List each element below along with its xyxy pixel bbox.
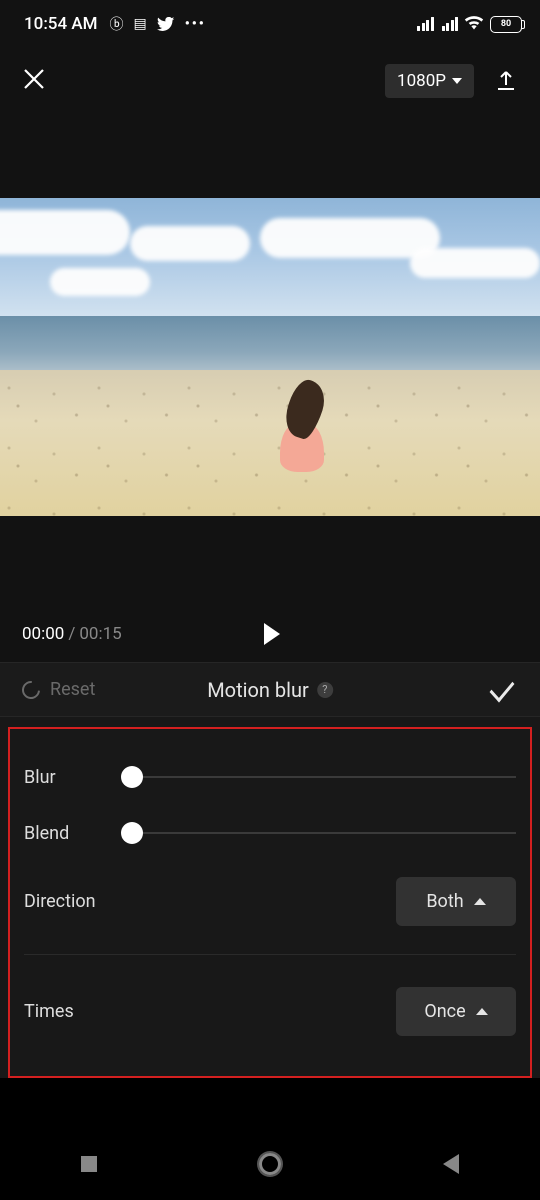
divider	[24, 954, 516, 955]
effect-header: Reset Motion blur ?	[0, 662, 540, 717]
back-button[interactable]	[443, 1154, 459, 1174]
video-preview[interactable]	[0, 198, 540, 516]
export-icon	[494, 69, 518, 93]
card-icon: ▤	[134, 16, 147, 32]
battery-text: 80	[501, 19, 511, 29]
time-current: 00:00	[22, 624, 64, 644]
editor-toolbar: 1080P	[0, 46, 540, 108]
blend-row: Blend	[24, 805, 516, 861]
time-sep: /	[68, 624, 75, 644]
reset-button[interactable]: Reset	[22, 679, 95, 700]
preview-area	[0, 108, 540, 516]
blur-label: Blur	[24, 767, 124, 788]
help-icon[interactable]: ?	[317, 682, 333, 698]
twitter-icon	[157, 17, 175, 32]
b-circle-icon: ⓑ	[110, 14, 124, 34]
chevron-up-icon	[474, 898, 486, 905]
export-button[interactable]	[494, 69, 518, 93]
time-display: 00:00/00:15	[22, 624, 122, 644]
status-left: 10:54 AM ⓑ ▤ •••	[24, 14, 206, 34]
system-navbar	[0, 1128, 540, 1200]
status-right: 80	[415, 14, 522, 35]
direction-selector[interactable]: Both	[396, 877, 516, 926]
status-bar: 10:54 AM ⓑ ▤ ••• 80	[0, 0, 540, 46]
wifi-icon	[464, 14, 484, 35]
times-selector[interactable]: Once	[396, 987, 516, 1036]
slider-track	[132, 776, 516, 778]
effect-title-text: Motion blur	[207, 678, 309, 702]
recents-button[interactable]	[81, 1156, 97, 1172]
reset-label: Reset	[50, 679, 95, 700]
signal-icon-2	[442, 17, 459, 31]
times-value: Once	[424, 1001, 465, 1022]
times-label: Times	[24, 1001, 124, 1022]
signal-icon	[417, 17, 434, 31]
panel-wrap: Blur Blend Direction Both Times O	[0, 717, 540, 1078]
slider-thumb[interactable]	[121, 822, 143, 844]
chevron-down-icon	[452, 78, 462, 84]
blend-label: Blend	[24, 823, 124, 844]
chevron-up-icon	[476, 1008, 488, 1015]
blur-slider[interactable]	[124, 765, 516, 789]
direction-value: Both	[426, 891, 463, 912]
preview-person	[272, 380, 330, 472]
direction-label: Direction	[24, 891, 124, 912]
slider-thumb[interactable]	[121, 766, 143, 788]
playback-bar: 00:00/00:15	[0, 516, 540, 662]
preview-sand	[0, 370, 540, 516]
preview-sea	[0, 316, 540, 376]
reset-icon	[18, 677, 43, 702]
effect-title: Motion blur ?	[207, 678, 333, 702]
quality-selector[interactable]: 1080P	[385, 64, 474, 98]
blur-row: Blur	[24, 749, 516, 805]
status-time: 10:54 AM	[24, 14, 98, 34]
home-button[interactable]	[259, 1153, 281, 1175]
slider-track	[132, 832, 516, 834]
quality-label: 1080P	[397, 71, 446, 91]
controls-panel: Blur Blend Direction Both Times O	[8, 727, 532, 1078]
time-duration: 00:15	[79, 624, 121, 644]
check-icon	[490, 673, 515, 702]
more-icon: •••	[185, 16, 206, 32]
play-icon	[264, 623, 280, 645]
confirm-button[interactable]	[490, 681, 518, 699]
times-row: Times Once	[24, 971, 516, 1052]
close-button[interactable]	[22, 65, 46, 98]
play-button[interactable]	[260, 623, 280, 645]
battery-icon: 80	[490, 16, 522, 33]
direction-row: Direction Both	[24, 861, 516, 942]
close-icon	[22, 67, 46, 91]
blend-slider[interactable]	[124, 821, 516, 845]
